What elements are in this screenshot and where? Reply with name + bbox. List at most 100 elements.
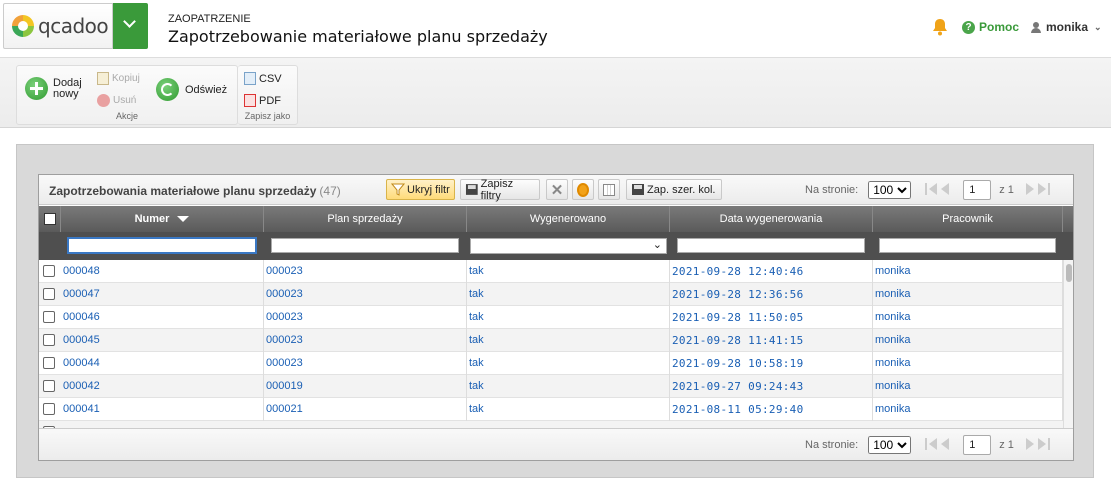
cell-numer[interactable]: 000044 [61, 352, 264, 375]
filter-worker-input[interactable] [879, 238, 1056, 253]
content-area: Zapotrzebowania materiałowe planu sprzed… [16, 144, 1094, 478]
cell-worker[interactable]: monika [873, 352, 1063, 375]
cell-plan[interactable]: 000023 [264, 260, 467, 283]
column-header-numer[interactable]: Numer [61, 206, 264, 232]
row-checkbox[interactable] [43, 265, 55, 277]
save-widths-button[interactable]: Zap. szer. kol. [626, 179, 722, 200]
prev-page-icon[interactable] [939, 437, 951, 453]
reset-button[interactable] [572, 179, 594, 200]
copy-button[interactable]: Kopiuj [97, 72, 140, 85]
cell-numer[interactable]: 000046 [61, 306, 264, 329]
cell-generated[interactable]: tak [467, 375, 670, 398]
cell-generated[interactable]: tak [467, 352, 670, 375]
cell-numer[interactable]: 000045 [61, 329, 264, 352]
per-page-select[interactable]: 100 [868, 181, 912, 199]
cell-worker[interactable]: monika [873, 283, 1063, 306]
column-header-date[interactable]: Data wygenerowania [670, 206, 873, 232]
table-row[interactable]: 000041 000021 tak 2021-08-11 05:29:40 mo… [39, 398, 1069, 421]
user-menu[interactable]: monika ⌄ [1031, 20, 1102, 34]
row-checkbox[interactable] [43, 357, 55, 369]
next-page-icon[interactable] [1024, 182, 1036, 198]
export-pdf-button[interactable]: PDF [244, 94, 281, 107]
row-checkbox[interactable] [43, 311, 55, 323]
add-new-button[interactable]: Dodaj nowy [25, 77, 82, 100]
row-checkbox[interactable] [43, 380, 55, 392]
grid-rows: 000048 000023 tak 2021-09-28 12:40:46 mo… [39, 260, 1069, 430]
filter-date-input[interactable] [677, 238, 865, 253]
per-page-select[interactable]: 100 [868, 436, 912, 454]
cell-plan[interactable]: 000023 [264, 283, 467, 306]
scrollbar-thumb[interactable] [1066, 264, 1072, 282]
qcadoo-logo[interactable]: qcadoo [3, 3, 113, 49]
last-page-icon[interactable] [1036, 437, 1050, 453]
cell-worker[interactable]: monika [873, 306, 1063, 329]
cell-plan[interactable]: 000023 [264, 352, 467, 375]
table-row[interactable]: 000046 000023 tak 2021-09-28 11:50:05 mo… [39, 306, 1069, 329]
cell-date[interactable]: 2021-09-28 11:41:15 [670, 329, 873, 352]
cell-date[interactable]: 2021-09-28 12:36:56 [670, 283, 873, 306]
refresh-button[interactable]: Odśwież [156, 78, 227, 101]
column-worker-label: Pracownik [942, 213, 993, 225]
cell-generated[interactable]: tak [467, 283, 670, 306]
first-page-icon[interactable] [925, 182, 939, 198]
main-menu-button[interactable] [113, 3, 148, 49]
filter-generated-select[interactable]: ⌄ [470, 238, 667, 254]
prev-page-icon[interactable] [939, 182, 951, 198]
vertical-scrollbar[interactable] [1063, 260, 1073, 428]
hide-filter-button[interactable]: Ukryj filtr [386, 179, 455, 200]
cell-date[interactable]: 2021-09-27 09:24:43 [670, 375, 873, 398]
last-page-icon[interactable] [1036, 182, 1050, 198]
page-input[interactable]: 1 [963, 180, 992, 200]
cell-generated[interactable]: tak [467, 329, 670, 352]
first-page-icon[interactable] [925, 437, 939, 453]
save-filters-button[interactable]: Zapisz filtry [460, 178, 540, 202]
cell-worker[interactable]: monika [873, 260, 1063, 283]
column-header-worker[interactable]: Pracownik [873, 206, 1063, 232]
cell-plan[interactable]: 000019 [264, 375, 467, 398]
cell-worker[interactable]: monika [873, 375, 1063, 398]
bell-icon[interactable] [932, 18, 948, 36]
cell-generated[interactable]: tak [467, 260, 670, 283]
cell-date[interactable]: 2021-09-28 10:58:19 [670, 352, 873, 375]
filter-numer-input[interactable] [67, 237, 257, 254]
cell-date[interactable]: 2021-08-11 05:29:40 [670, 398, 873, 421]
column-header-plan[interactable]: Plan sprzedaży [264, 206, 467, 232]
select-all-checkbox[interactable] [43, 213, 56, 225]
breadcrumb: ZAOPATRZENIE [168, 13, 251, 25]
cell-numer[interactable]: 000048 [61, 260, 264, 283]
row-checkbox[interactable] [43, 288, 55, 300]
cell-worker[interactable]: monika [873, 398, 1063, 421]
cell-plan[interactable]: 000023 [264, 329, 467, 352]
cell-generated[interactable]: tak [467, 398, 670, 421]
export-csv-button[interactable]: CSV [244, 72, 282, 85]
cell-date[interactable]: 2021-09-28 12:40:46 [670, 260, 873, 283]
column-header-generated[interactable]: Wygenerowano [467, 206, 670, 232]
page-input[interactable]: 1 [963, 435, 992, 455]
cell-numer[interactable]: 000047 [61, 283, 264, 306]
cell-plan[interactable]: 000021 [264, 398, 467, 421]
chevron-down-icon: ⌄ [1094, 21, 1102, 32]
table-row[interactable]: 000044 000023 tak 2021-09-28 10:58:19 mo… [39, 352, 1069, 375]
table-row[interactable]: 000045 000023 tak 2021-09-28 11:41:15 mo… [39, 329, 1069, 352]
cell-worker[interactable]: monika [873, 329, 1063, 352]
table-row[interactable]: 000042 000019 tak 2021-09-27 09:24:43 mo… [39, 375, 1069, 398]
row-checkbox[interactable] [43, 403, 55, 415]
add-icon [25, 77, 48, 100]
filter-plan-input[interactable] [271, 238, 459, 253]
per-page-label: Na stronie: [805, 184, 859, 196]
cell-numer[interactable]: 000041 [61, 398, 264, 421]
cell-date[interactable]: 2021-09-28 11:50:05 [670, 306, 873, 329]
cell-plan[interactable]: 000023 [264, 306, 467, 329]
select-all-cell [39, 206, 61, 232]
cell-generated[interactable]: tak [467, 306, 670, 329]
next-page-icon[interactable] [1024, 437, 1036, 453]
table-row[interactable]: 000048 000023 tak 2021-09-28 12:40:46 mo… [39, 260, 1069, 283]
row-checkbox[interactable] [43, 334, 55, 346]
table-row[interactable]: 000047 000023 tak 2021-09-28 12:36:56 mo… [39, 283, 1069, 306]
ribbon: Dodaj nowy Kopiuj Usuń Odśwież Akcje CSV … [0, 58, 1111, 128]
columns-button[interactable] [598, 179, 620, 200]
clear-filters-button[interactable]: ✕ [546, 179, 568, 200]
help-link[interactable]: ? Pomoc [962, 20, 1019, 34]
delete-button[interactable]: Usuń [97, 94, 136, 107]
cell-numer[interactable]: 000042 [61, 375, 264, 398]
